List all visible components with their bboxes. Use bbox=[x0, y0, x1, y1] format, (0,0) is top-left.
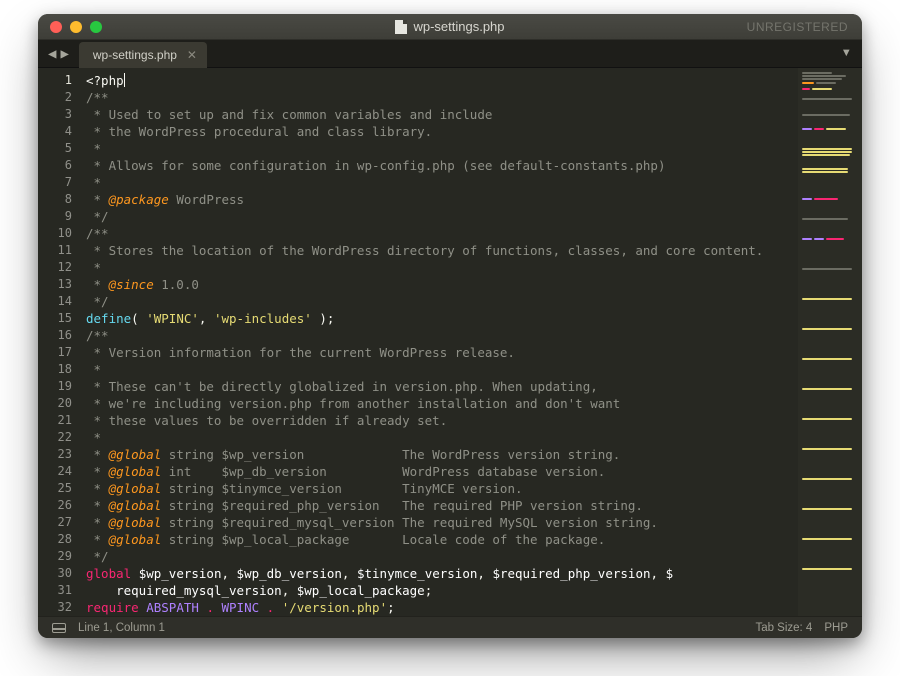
status-bar: Line 1, Column 1 Tab Size: 4 PHP bbox=[38, 616, 862, 638]
status-tab-size[interactable]: Tab Size: 4 bbox=[755, 622, 812, 634]
tab-close-button[interactable]: ✕ bbox=[187, 48, 197, 62]
tab-active[interactable]: wp-settings.php ✕ bbox=[79, 42, 207, 68]
zoom-window-button[interactable] bbox=[90, 21, 102, 33]
editor-area: 1234567891011121314151617181920212223242… bbox=[38, 68, 862, 616]
minimap[interactable] bbox=[798, 68, 862, 616]
tab-overflow-button[interactable]: ▲ bbox=[831, 40, 862, 67]
editor-window: wp-settings.php UNREGISTERED ◀ ▶ wp-sett… bbox=[38, 14, 862, 638]
tab-bar: ◀ ▶ wp-settings.php ✕ ▲ bbox=[38, 40, 862, 68]
line-number-gutter[interactable]: 1234567891011121314151617181920212223242… bbox=[38, 68, 82, 616]
window-title: wp-settings.php bbox=[38, 19, 862, 34]
titlebar: wp-settings.php UNREGISTERED bbox=[38, 14, 862, 40]
tab-history-nav: ◀ ▶ bbox=[38, 40, 79, 67]
status-syntax[interactable]: PHP bbox=[824, 622, 848, 634]
file-icon bbox=[395, 20, 407, 34]
nav-forward-button[interactable]: ▶ bbox=[60, 47, 68, 61]
close-window-button[interactable] bbox=[50, 21, 62, 33]
panel-toggle-icon[interactable] bbox=[52, 623, 66, 633]
minimize-window-button[interactable] bbox=[70, 21, 82, 33]
nav-back-button[interactable]: ◀ bbox=[48, 47, 56, 61]
window-controls bbox=[38, 21, 102, 33]
window-title-text: wp-settings.php bbox=[413, 19, 504, 34]
code-area[interactable]: <?php/** * Used to set up and fix common… bbox=[82, 68, 798, 616]
registration-status: UNREGISTERED bbox=[747, 20, 862, 34]
status-cursor-position[interactable]: Line 1, Column 1 bbox=[78, 622, 165, 634]
tab-label: wp-settings.php bbox=[93, 48, 177, 62]
